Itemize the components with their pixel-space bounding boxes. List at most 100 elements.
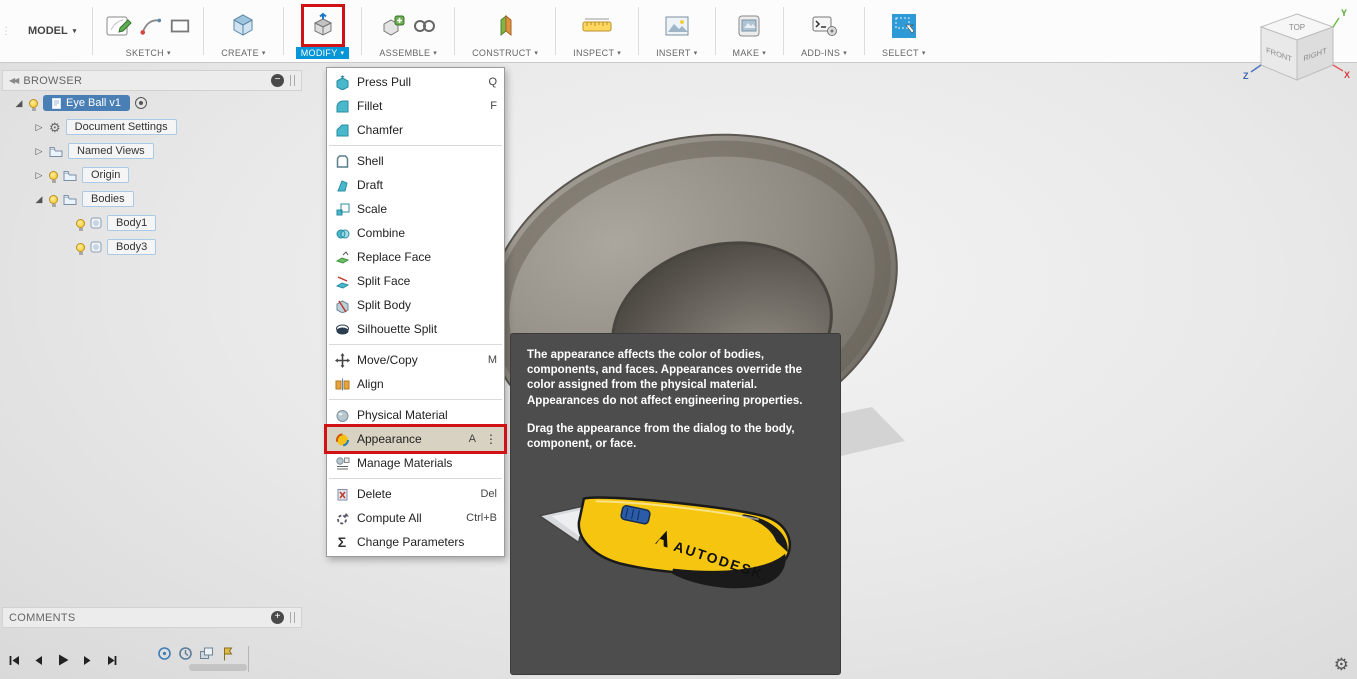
menu-item-label: Move/Copy (357, 353, 418, 367)
more-options-icon[interactable]: ⋮ (483, 432, 497, 446)
modify-menu-button[interactable]: MODIFY ▾ (295, 47, 350, 59)
attached-canvas-icon[interactable] (664, 15, 690, 37)
collapsed-arrow-icon[interactable]: ▷ (34, 170, 44, 181)
sketch-rectangle-icon[interactable] (169, 14, 191, 38)
select-menu-button[interactable]: SELECT ▾ (877, 47, 931, 59)
root-component-item[interactable]: Eye Ball v1 (43, 95, 131, 111)
menu-item-scale[interactable]: Scale (327, 197, 504, 221)
browser-row-named-views[interactable]: ▷ Named Views (2, 139, 302, 163)
menu-item-manage-materials[interactable]: Manage Materials (327, 451, 504, 475)
timeline-scrollbar[interactable] (189, 664, 247, 671)
menu-item-align[interactable]: Align (327, 372, 504, 396)
browser-item-label[interactable]: Bodies (82, 191, 134, 207)
menu-item-appearance[interactable]: Appearance A ⋮ (327, 427, 504, 451)
menu-item-compute-all[interactable]: Compute All Ctrl+B (327, 506, 504, 530)
modify-highlight-box (300, 4, 345, 47)
menu-item-shell[interactable]: Shell (327, 149, 504, 173)
toolbar-group-addins: ADD-INS ▾ (784, 0, 864, 62)
menu-item-draft[interactable]: Draft (327, 173, 504, 197)
menu-item-delete[interactable]: Delete Del (327, 482, 504, 506)
collapse-browser-icon[interactable]: ◀◀ (9, 76, 19, 85)
browser-row-origin[interactable]: ▷ Origin (2, 163, 302, 187)
assemble-menu-button[interactable]: ASSEMBLE ▾ (374, 47, 442, 59)
comments-header: COMMENTS + (2, 607, 302, 628)
chevron-down-icon: ▾ (340, 49, 345, 57)
browser-item-label[interactable]: Origin (82, 167, 130, 183)
expanded-arrow-icon[interactable]: ◢ (34, 194, 44, 205)
select-window-icon[interactable] (891, 13, 917, 39)
menu-item-physical-material[interactable]: Physical Material (327, 403, 504, 427)
activate-component-radio[interactable] (135, 97, 148, 109)
expanded-arrow-icon[interactable]: ◢ (14, 98, 24, 109)
change-parameters-sigma-icon: Σ (337, 534, 347, 550)
toolbar-grip[interactable]: ⋮ (0, 0, 12, 62)
scripts-addins-icon[interactable] (811, 14, 838, 38)
timeline-play-button[interactable] (56, 653, 70, 667)
browser-item-label[interactable]: Named Views (68, 143, 154, 159)
timeline-begin-button[interactable] (8, 654, 21, 667)
visibility-bulb-icon[interactable] (76, 218, 85, 231)
menu-item-label: Draft (357, 178, 384, 192)
timeline-step-back-button[interactable] (32, 654, 45, 667)
browser-item-label[interactable]: Body3 (107, 239, 157, 255)
menu-item-chamfer[interactable]: Chamfer (327, 118, 504, 142)
axis-z-label: Z (1243, 71, 1249, 81)
visibility-bulb-icon[interactable] (76, 242, 85, 255)
browser-row-root[interactable]: ◢ Eye Ball v1 (2, 91, 302, 115)
addins-menu-button[interactable]: ADD-INS ▾ (796, 47, 852, 59)
make-3d-print-icon[interactable] (737, 14, 761, 38)
create-form-icon[interactable] (230, 13, 256, 39)
menu-item-label: Scale (357, 202, 388, 216)
menu-item-fillet[interactable]: Fillet F (327, 94, 504, 118)
joint-icon[interactable] (412, 14, 436, 38)
browser-item-label[interactable]: Body1 (107, 215, 157, 231)
timeline-revolve-feature-icon[interactable] (178, 646, 193, 661)
browser-minimize-button[interactable]: − (271, 74, 284, 87)
menu-item-split-body[interactable]: Split Body (327, 293, 504, 317)
comments-expand-button[interactable]: + (271, 611, 284, 624)
sketch-spline-icon[interactable] (140, 14, 162, 38)
comments-drag-handle[interactable] (290, 612, 295, 623)
visibility-bulb-icon[interactable] (29, 98, 38, 111)
timeline-end-button[interactable] (105, 654, 118, 667)
collapsed-arrow-icon[interactable]: ▷ (34, 122, 44, 133)
workspace-switcher-button[interactable]: MODEL ▾ (12, 0, 92, 62)
viewcube[interactable]: TOP FRONT RIGHT Y X Z (1241, 6, 1353, 111)
menu-item-label: Compute All (357, 511, 422, 525)
construct-menu-button[interactable]: CONSTRUCT ▾ (467, 47, 543, 59)
create-menu-button[interactable]: CREATE ▾ (216, 47, 270, 59)
menu-item-press-pull[interactable]: Press Pull Q (327, 70, 504, 94)
collapsed-arrow-icon[interactable]: ▷ (34, 146, 44, 157)
timeline-sphere-feature-icon[interactable] (157, 646, 172, 661)
sketch-menu-button[interactable]: SKETCH ▾ (121, 47, 176, 59)
browser-row-body3[interactable]: Body3 (2, 235, 302, 259)
visibility-bulb-icon[interactable] (49, 194, 58, 207)
browser-row-body1[interactable]: Body1 (2, 211, 302, 235)
inspect-menu-button[interactable]: INSPECT ▾ (568, 47, 626, 59)
menu-item-combine[interactable]: Combine (327, 221, 504, 245)
display-settings-gear-icon[interactable]: ⚙ (1334, 655, 1349, 675)
menu-item-split-face[interactable]: Split Face (327, 269, 504, 293)
menu-item-move-copy[interactable]: Move/Copy M (327, 348, 504, 372)
visibility-bulb-icon[interactable] (49, 170, 58, 183)
measure-ruler-icon[interactable] (581, 15, 613, 37)
create-sketch-icon[interactable] (105, 13, 133, 39)
browser-row-bodies[interactable]: ◢ Bodies (2, 187, 302, 211)
construction-plane-icon[interactable] (492, 13, 518, 39)
menu-item-change-parameters[interactable]: Σ Change Parameters (327, 530, 504, 554)
timeline-appearance-feature-icon[interactable] (221, 646, 236, 662)
browser-item-label[interactable]: Document Settings (65, 119, 177, 135)
browser-row-document-settings[interactable]: ▷ ⚙ Document Settings (2, 115, 302, 139)
new-component-icon[interactable] (381, 14, 405, 38)
appearance-tooltip: The appearance affects the color of bodi… (510, 333, 841, 675)
menu-item-replace-face[interactable]: Replace Face (327, 245, 504, 269)
insert-menu-button[interactable]: INSERT ▾ (651, 47, 702, 59)
menu-item-silhouette-split[interactable]: Silhouette Split (327, 317, 504, 341)
make-menu-button[interactable]: MAKE ▾ (728, 47, 772, 59)
press-pull-toolbar-icon[interactable] (310, 12, 336, 39)
timeline-step-forward-button[interactable] (81, 654, 94, 667)
browser-drag-handle[interactable] (290, 75, 295, 86)
silhouette-split-icon (334, 321, 350, 337)
timeline-combine-feature-icon[interactable] (199, 646, 215, 661)
menu-separator (329, 145, 502, 146)
